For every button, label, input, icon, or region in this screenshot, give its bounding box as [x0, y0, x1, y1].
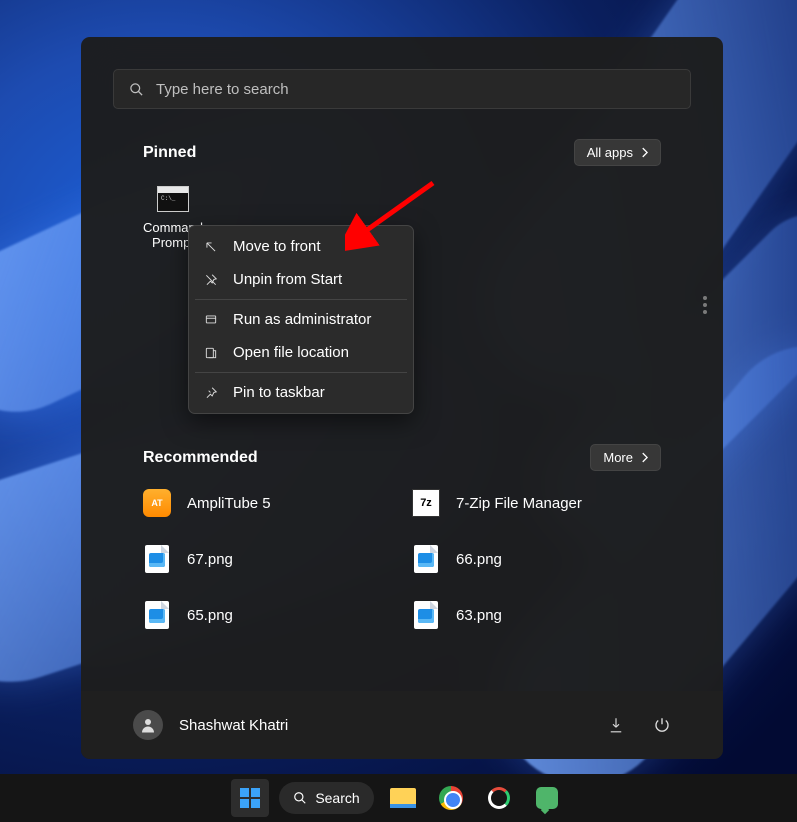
ctx-label: Move to front — [233, 238, 321, 255]
recommended-title: Recommended — [143, 449, 258, 467]
recommended-item-amplitube[interactable]: AT AmpliTube 5 — [143, 489, 392, 517]
command-prompt-icon — [157, 186, 189, 212]
recommended-label: 66.png — [456, 551, 502, 568]
search-icon — [293, 791, 307, 805]
recommended-label: 65.png — [187, 607, 233, 624]
search-placeholder: Type here to search — [156, 81, 289, 98]
recommended-item-7zip[interactable]: 7z 7-Zip File Manager — [412, 489, 661, 517]
start-button[interactable] — [231, 779, 269, 817]
all-apps-button[interactable]: All apps — [574, 139, 661, 166]
chat-icon — [536, 787, 558, 809]
shield-icon — [203, 312, 219, 328]
avatar — [133, 710, 163, 740]
more-label: More — [603, 450, 633, 465]
recommended-label: 7-Zip File Manager — [456, 495, 582, 512]
recommended-label: 67.png — [187, 551, 233, 568]
file-explorer-icon — [390, 788, 416, 808]
power-icon[interactable] — [653, 716, 671, 734]
folder-icon — [203, 345, 219, 361]
recommended-item-file[interactable]: 63.png — [412, 601, 661, 629]
ctx-pin-taskbar[interactable]: Pin to taskbar — [193, 376, 409, 409]
annotation-arrow-icon — [345, 175, 440, 255]
search-icon — [128, 81, 144, 97]
ctx-label: Run as administrator — [233, 311, 371, 328]
windows-logo-icon — [240, 788, 260, 808]
chevron-right-icon — [641, 452, 648, 463]
sevenzip-icon: 7z — [412, 489, 440, 517]
recommended-item-file[interactable]: 67.png — [143, 545, 392, 573]
ctx-label: Pin to taskbar — [233, 384, 325, 401]
taskbar-chrome[interactable] — [432, 779, 470, 817]
search-input[interactable]: Type here to search — [113, 69, 691, 109]
ctx-label: Open file location — [233, 344, 349, 361]
recommended-label: 63.png — [456, 607, 502, 624]
separator — [195, 372, 407, 373]
taskbar-explorer[interactable] — [384, 779, 422, 817]
all-apps-label: All apps — [587, 145, 633, 160]
ctx-label: Unpin from Start — [233, 271, 342, 288]
arrow-top-left-icon — [203, 239, 219, 255]
taskbar-chat[interactable] — [528, 779, 566, 817]
amplitube-icon: AT — [143, 489, 171, 517]
unpin-icon — [203, 272, 219, 288]
separator — [195, 299, 407, 300]
more-button[interactable]: More — [590, 444, 661, 471]
recommended-label: AmpliTube 5 — [187, 495, 271, 512]
ring-icon — [488, 787, 510, 809]
taskbar-search[interactable]: Search — [279, 782, 373, 814]
username: Shashwat Khatri — [179, 717, 288, 734]
chrome-icon — [439, 786, 463, 810]
ctx-run-admin[interactable]: Run as administrator — [193, 303, 409, 336]
taskbar-search-label: Search — [315, 790, 359, 806]
png-file-icon — [414, 601, 438, 629]
ctx-unpin-start[interactable]: Unpin from Start — [193, 263, 409, 296]
png-file-icon — [145, 601, 169, 629]
drag-handle-icon[interactable] — [703, 296, 707, 314]
start-footer: Shashwat Khatri — [81, 691, 723, 759]
ctx-open-location[interactable]: Open file location — [193, 336, 409, 369]
png-file-icon — [414, 545, 438, 573]
chevron-right-icon — [641, 147, 648, 158]
pinned-title: Pinned — [143, 144, 196, 162]
recommended-item-file[interactable]: 66.png — [412, 545, 661, 573]
taskbar: Search — [0, 774, 797, 822]
recommended-item-file[interactable]: 65.png — [143, 601, 392, 629]
download-icon[interactable] — [607, 716, 625, 734]
png-file-icon — [145, 545, 169, 573]
user-account-button[interactable]: Shashwat Khatri — [133, 710, 288, 740]
taskbar-app[interactable] — [480, 779, 518, 817]
pin-icon — [203, 385, 219, 401]
